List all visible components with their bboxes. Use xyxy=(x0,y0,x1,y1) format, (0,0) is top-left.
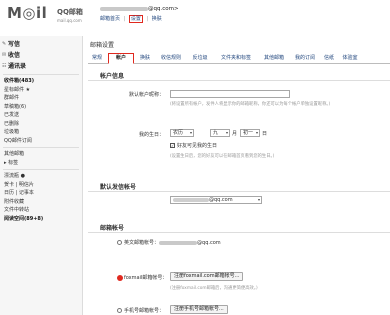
home-link[interactable]: 邮箱首页 xyxy=(100,16,120,22)
sidebar-divider xyxy=(3,147,79,148)
sidebar-item-file-transfer[interactable]: 文件中转站 xyxy=(0,206,82,215)
foxmail-account-row: foxmail邮箱帐号： xyxy=(117,274,167,281)
user-email-suffix: @qq.com> xyxy=(148,6,179,12)
page-title: 邮箱设置 xyxy=(90,42,115,49)
sidebar-divider xyxy=(3,74,79,75)
default-sender-select[interactable]: @qq.com ▾ xyxy=(170,196,262,204)
section-title-profile: 帐户信息 xyxy=(100,73,125,80)
contacts-button[interactable]: ☷ 通讯录 xyxy=(0,61,82,72)
radio-icon[interactable] xyxy=(117,308,122,313)
tab-rules[interactable]: 收信规则 xyxy=(157,53,185,64)
tab-account[interactable]: 帐户 xyxy=(108,53,134,64)
logo-url: mail.qq.com xyxy=(57,18,82,23)
sidebar-item-attachments[interactable]: 附件收藏 xyxy=(0,198,82,207)
calendar-select[interactable]: 农历 ▾ xyxy=(170,129,194,137)
mobile-account-label: 手机号邮箱帐号： xyxy=(124,308,165,314)
inbox-icon: ✉ xyxy=(2,52,7,58)
checkbox-checked-icon: ✓ xyxy=(170,143,175,148)
nickname-input[interactable] xyxy=(170,90,290,98)
nickname-hint: (将设置所有帐户，发件人将显示你的邮箱昵称，你还可以为每个帐户单独设置昵称。) xyxy=(170,102,331,107)
redacted-account xyxy=(173,197,209,202)
chevron-down-icon: ▾ xyxy=(255,130,258,135)
chevron-down-icon: ▾ xyxy=(189,130,192,135)
top-sep: | xyxy=(146,16,149,22)
top-bar: M◎il QQ邮箱 mail.qq.com @qq.com> 邮箱首页 | 设置… xyxy=(0,0,390,36)
tab-general[interactable]: 常规 xyxy=(88,53,106,64)
settings-panel: 邮箱设置 常规 帐户 换肤 收信规则 反垃圾 文件夹和标签 其他邮箱 我的订阅 … xyxy=(84,36,390,315)
month-select[interactable]: 九 ▾ xyxy=(210,129,230,137)
sidebar-item-group[interactable]: 群邮件 xyxy=(0,94,82,103)
settings-link[interactable]: 设置 xyxy=(128,15,143,23)
receive-label: 收信 xyxy=(8,52,21,59)
sidebar-item-spam[interactable]: 垃圾箱 xyxy=(0,128,82,137)
foxmail-hint: (注册foxmail.com邮箱后，沟通更简便高效。) xyxy=(170,286,258,291)
sidebar-divider xyxy=(3,169,79,170)
month-value: 九 xyxy=(213,130,219,136)
day-value: 初一 xyxy=(243,130,254,136)
section-divider xyxy=(88,80,390,81)
sidebar-item-inbox[interactable]: 收件箱(483) xyxy=(0,77,82,86)
calendar-value: 农历 xyxy=(173,130,184,136)
radio-icon[interactable] xyxy=(117,240,122,245)
contacts-icon: ☷ xyxy=(2,63,7,69)
tab-other-mailboxes[interactable]: 其他邮箱 xyxy=(260,53,288,64)
register-foxmail-button[interactable]: 注册foxmail.com邮箱帐号... xyxy=(170,272,244,281)
skin-link[interactable]: 换肤 xyxy=(152,16,162,22)
sidebar-item-starred[interactable]: 星标邮件 ★ xyxy=(0,86,82,95)
tab-skin[interactable]: 换肤 xyxy=(136,53,154,64)
english-account-label: 英文邮箱帐号： xyxy=(124,240,160,246)
compose-button[interactable]: ✎ 写信 xyxy=(0,39,82,50)
tab-stationery[interactable]: 信纸 xyxy=(322,53,336,64)
sidebar-item-subscriptions[interactable]: QQ邮件订阅 xyxy=(0,137,82,146)
compose-label: 写信 xyxy=(8,41,21,48)
top-links: 邮箱首页 | 设置 | 换肤 xyxy=(100,15,164,23)
logo[interactable]: M◎il xyxy=(7,4,47,22)
redacted-account xyxy=(159,240,198,245)
sidebar-item-tags[interactable]: ▸ 标签 xyxy=(0,159,82,168)
sidebar-item-deleted[interactable]: 已删除 xyxy=(0,120,82,129)
section-divider xyxy=(88,191,390,192)
contacts-label: 通讯录 xyxy=(8,63,27,70)
foxmail-account-label: foxmail邮箱帐号： xyxy=(124,275,168,281)
birthday-hint: (设置生日后，您的好友可以在邮箱首页看到您的生日。) xyxy=(170,154,275,159)
user-email: @qq.com> xyxy=(100,6,179,12)
sidebar-item-reading[interactable]: 阅读空间(89+8) xyxy=(0,215,82,224)
sidebar-item-drafts[interactable]: 草稿箱(6) xyxy=(0,103,82,112)
sidebar-item-sent[interactable]: 已发送 xyxy=(0,111,82,120)
day-unit: 日 xyxy=(262,131,268,137)
settings-tabs: 常规 帐户 换肤 收信规则 反垃圾 文件夹和标签 其他邮箱 我的订阅 信纸 体验… xyxy=(88,52,390,64)
section-title-accounts: 邮箱帐号 xyxy=(100,225,125,232)
english-account-row: 英文邮箱帐号： @qq.com xyxy=(117,239,221,246)
month-unit: 月 xyxy=(232,131,238,137)
tab-folders[interactable]: 文件夹和标签 xyxy=(215,53,257,64)
birthday-label: 我的生日： xyxy=(138,132,164,138)
receive-button[interactable]: ✉ 收信 xyxy=(0,50,82,61)
logo-cn: QQ邮箱 xyxy=(57,8,83,16)
sidebar-item-calendar[interactable]: 日历 | 记事本 xyxy=(0,189,82,198)
top-sep: | xyxy=(123,16,126,22)
sidebar-item-cards[interactable]: 贺卡 | 明信片 xyxy=(0,181,82,190)
tab-lab[interactable]: 体验室 xyxy=(339,53,361,64)
chevron-down-icon: ▾ xyxy=(257,197,260,202)
birthday-visible-label: 好友可见我的生日 xyxy=(177,143,218,149)
tab-antispam[interactable]: 反垃圾 xyxy=(189,53,211,64)
english-account-suffix: @qq.com xyxy=(197,240,221,246)
mobile-account-row: 手机号邮箱帐号： xyxy=(117,307,164,314)
tab-subscriptions[interactable]: 我的订阅 xyxy=(292,53,318,64)
default-sender-suffix: @qq.com xyxy=(209,197,233,203)
section-divider xyxy=(88,232,390,233)
section-title-sender: 默认发信帐号 xyxy=(100,184,137,191)
day-select[interactable]: 初一 ▾ xyxy=(240,129,260,137)
sidebar-item-bottle[interactable]: 漂流瓶 ● xyxy=(0,172,82,181)
foxmail-icon xyxy=(117,274,123,281)
pencil-icon: ✎ xyxy=(2,41,7,47)
birthday-visible-checkbox[interactable]: ✓ 好友可见我的生日 xyxy=(170,142,217,149)
sidebar-item-other-mailboxes[interactable]: 其他邮箱 xyxy=(0,150,82,159)
nickname-label: 默认帐户昵称： xyxy=(128,92,164,98)
register-mobile-button[interactable]: 注册手机号邮箱帐号... xyxy=(170,305,228,314)
redacted-username xyxy=(100,6,148,11)
sidebar: ✎ 写信 ✉ 收信 ☷ 通讯录 收件箱(483) 星标邮件 ★ 群邮件 草稿箱(6) … xyxy=(0,36,83,315)
chevron-down-icon: ▾ xyxy=(225,130,228,135)
